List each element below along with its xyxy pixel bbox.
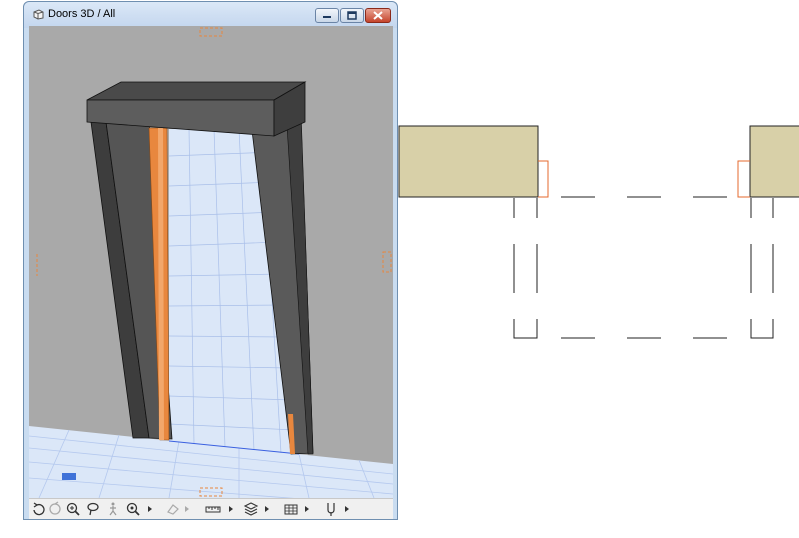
marker-icon[interactable] xyxy=(323,501,339,517)
maximize-button[interactable] xyxy=(340,8,364,23)
plan-leaf-right xyxy=(737,160,750,198)
plan-wall-left xyxy=(398,125,539,198)
plan-wall-right xyxy=(749,125,799,198)
chevron-right-icon[interactable] xyxy=(142,501,158,517)
3d-viewport[interactable] xyxy=(29,26,393,498)
zoom-icon[interactable] xyxy=(65,501,81,517)
3d-scene xyxy=(29,26,393,498)
close-button[interactable] xyxy=(365,8,391,23)
chevron-right-icon[interactable] xyxy=(299,501,315,517)
minimize-icon xyxy=(323,16,331,18)
3d-navigation-toolbar xyxy=(29,498,393,519)
walk-icon[interactable] xyxy=(105,501,121,517)
chevron-right-icon[interactable] xyxy=(339,501,355,517)
plan-frame-outline xyxy=(513,196,774,339)
close-icon xyxy=(373,11,383,20)
undo-view-icon[interactable] xyxy=(47,501,63,517)
measure-icon[interactable] xyxy=(205,501,221,517)
plan-leaf-left xyxy=(538,160,549,198)
lasso-icon[interactable] xyxy=(85,501,101,517)
zoom-options-icon[interactable] xyxy=(125,501,141,517)
orbit-icon[interactable] xyxy=(31,501,47,517)
lintel-top xyxy=(86,81,307,101)
window-title: Doors 3D / All xyxy=(48,8,116,20)
minimize-button[interactable] xyxy=(315,8,339,23)
render-style-icon[interactable] xyxy=(283,501,299,517)
chevron-right-icon[interactable] xyxy=(259,501,275,517)
maximize-icon xyxy=(347,11,357,20)
doors-3d-window[interactable]: Doors 3D / All xyxy=(23,1,398,520)
window-title-bar[interactable]: Doors 3D / All xyxy=(24,2,397,28)
3d-window-icon xyxy=(33,9,44,20)
chevron-right-icon[interactable] xyxy=(223,501,239,517)
layers-icon[interactable] xyxy=(243,501,259,517)
chevron-right-icon[interactable] xyxy=(179,501,195,517)
floor-marker-icon xyxy=(62,473,76,480)
